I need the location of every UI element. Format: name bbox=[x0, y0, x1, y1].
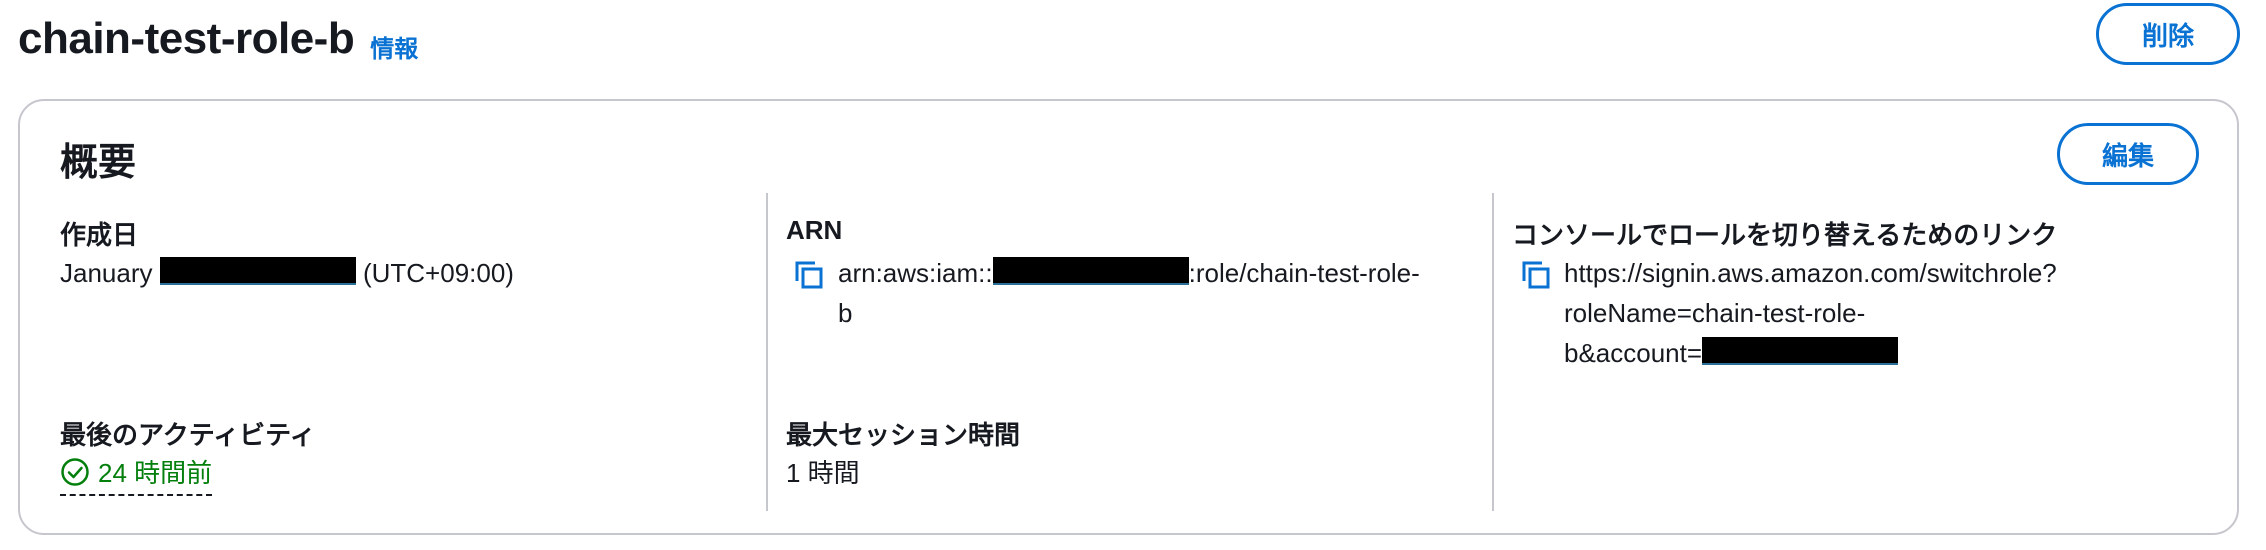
switch-role-url-line3: b&account= bbox=[1564, 338, 1703, 368]
redacted-block bbox=[159, 257, 356, 285]
edit-button[interactable]: 編集 bbox=[2057, 123, 2199, 185]
arn-value: arn:aws:iam:::role/chain-test-role- b bbox=[838, 253, 1488, 333]
switch-role-url-line1: https://signin.aws.amazon.com/switchrole… bbox=[1564, 258, 2057, 288]
arn-suffix: :role/chain-test-role- bbox=[1188, 258, 1420, 288]
switch-role-link-value[interactable]: https://signin.aws.amazon.com/switchrole… bbox=[1564, 253, 2204, 373]
arn-label: ARN bbox=[786, 215, 843, 245]
redacted-block bbox=[992, 257, 1189, 285]
check-circle-icon bbox=[61, 457, 89, 486]
max-session-label: 最大セッション時間 bbox=[786, 420, 1021, 450]
redacted-block bbox=[1702, 337, 1899, 365]
info-link[interactable]: 情報 bbox=[370, 29, 418, 64]
column-divider bbox=[766, 193, 768, 511]
max-session-value: 1 時間 bbox=[786, 458, 860, 488]
arn-suffix-continued: b bbox=[838, 298, 853, 328]
page-header: chain-test-role-b 情報 bbox=[18, 0, 418, 78]
page-title: chain-test-role-b bbox=[18, 14, 355, 63]
summary-title: 概要 bbox=[60, 142, 137, 184]
created-date-month: January bbox=[60, 258, 153, 288]
switch-role-link-label: コンソールでロールを切り替えるためのリンク bbox=[1512, 220, 2058, 250]
last-activity-value: 24 時間前 bbox=[98, 458, 213, 488]
copy-icon[interactable] bbox=[1520, 259, 1552, 291]
switch-role-url-line2: roleName=chain-test-role- bbox=[1564, 298, 1866, 328]
summary-panel: 概要 編集 作成日 January (UTC+09:00) 最後のアクティビティ… bbox=[18, 99, 2239, 535]
delete-button[interactable]: 削除 bbox=[2096, 3, 2240, 65]
created-date-value: January (UTC+09:00) bbox=[60, 253, 514, 293]
arn-prefix: arn:aws:iam:: bbox=[838, 258, 993, 288]
created-date-timezone: (UTC+09:00) bbox=[362, 258, 514, 288]
created-date-label: 作成日 bbox=[60, 220, 139, 250]
last-activity-status[interactable]: 24 時間前 bbox=[60, 453, 213, 496]
copy-icon[interactable] bbox=[793, 259, 825, 291]
last-activity-label: 最後のアクティビティ bbox=[60, 420, 316, 450]
column-divider bbox=[1492, 193, 1494, 511]
